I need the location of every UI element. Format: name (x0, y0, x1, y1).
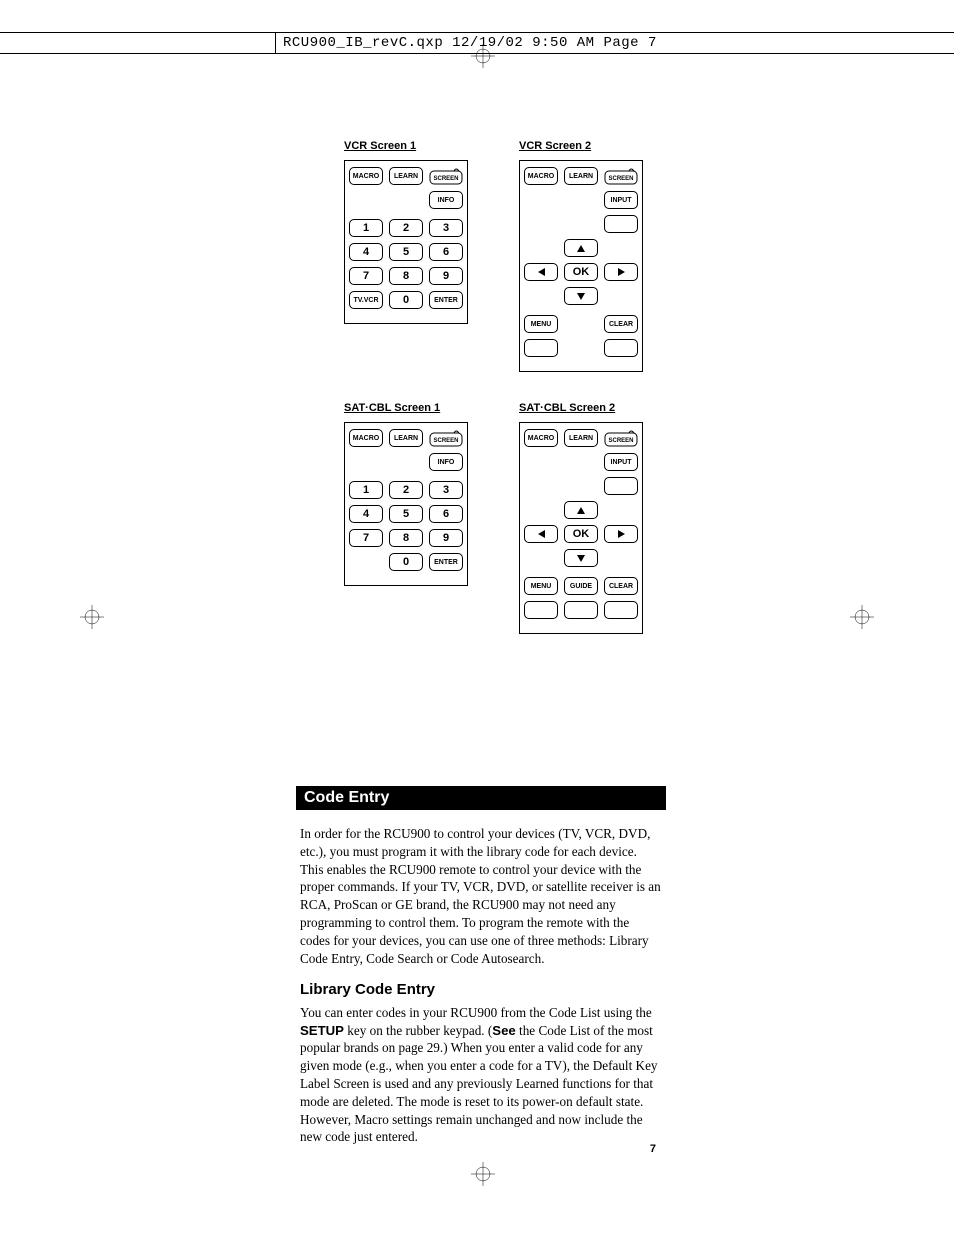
figure-satcbl-screen-1: SAT·CBL Screen 1 MACRO LEARN SCREEN INFO… (344, 402, 494, 634)
digit-key: 5 (389, 505, 423, 523)
digit-key: 1 (349, 219, 383, 237)
screen-key-icon: SCREEN (604, 167, 638, 185)
arrow-right-icon (618, 268, 625, 276)
digit-key: 2 (389, 219, 423, 237)
body-text-span: You can enter codes in your RCU900 from … (300, 1005, 652, 1020)
trim-mark-icon (471, 44, 495, 73)
svg-text:SCREEN: SCREEN (608, 438, 633, 444)
body-paragraph: You can enter codes in your RCU900 from … (300, 1004, 662, 1147)
info-key: INFO (429, 191, 463, 209)
svg-text:SCREEN: SCREEN (433, 438, 458, 444)
enter-key: ENTER (429, 291, 463, 309)
blank-key (524, 601, 558, 619)
figure-vcr-screen-1: VCR Screen 1 MACRO LEARN SCREEN INFO 1 (344, 140, 494, 372)
learn-key: LEARN (564, 167, 598, 185)
menu-key: MENU (524, 315, 558, 333)
body-text-span: key on the rubber keypad. ( (344, 1023, 492, 1038)
digit-key: 0 (389, 553, 423, 571)
trim-mark-icon (850, 605, 874, 634)
digit-key: 6 (429, 505, 463, 523)
arrow-down-icon (577, 293, 585, 300)
arrow-left-icon (538, 268, 545, 276)
macro-key: MACRO (349, 429, 383, 447)
nav-up-key (564, 501, 598, 519)
ok-key: OK (564, 263, 598, 281)
arrow-left-icon (538, 530, 545, 538)
body-text-span: the Code List of the most popular brands… (300, 1023, 658, 1145)
digit-key: 4 (349, 505, 383, 523)
enter-key: ENTER (429, 553, 463, 571)
subsection-heading: Library Code Entry (300, 980, 662, 1000)
arrow-up-icon (577, 245, 585, 252)
print-header-divider (275, 33, 276, 53)
digit-key: 8 (389, 267, 423, 285)
digit-key: 7 (349, 267, 383, 285)
nav-right-key (604, 525, 638, 543)
guide-key: GUIDE (564, 577, 598, 595)
svg-text:SCREEN: SCREEN (433, 176, 458, 182)
figure-satcbl-screen-2: SAT·CBL Screen 2 MACRO LEARN SCREEN INPU… (519, 402, 669, 634)
digit-key: 2 (389, 481, 423, 499)
learn-key: LEARN (389, 429, 423, 447)
trim-mark-icon (471, 1162, 495, 1191)
figure-title: SAT·CBL Screen 2 (519, 402, 669, 414)
ok-key: OK (564, 525, 598, 543)
body-paragraph: In order for the RCU900 to control your … (300, 825, 662, 968)
learn-key: LEARN (389, 167, 423, 185)
blank-key (604, 601, 638, 619)
print-header-text: RCU900_IB_revC.qxp 12/19/02 9:50 AM Page… (283, 35, 657, 51)
digit-key: 1 (349, 481, 383, 499)
arrow-right-icon (618, 530, 625, 538)
macro-key: MACRO (524, 167, 558, 185)
clear-key: CLEAR (604, 577, 638, 595)
nav-up-key (564, 239, 598, 257)
arrow-down-icon (577, 555, 585, 562)
section-heading-bar: Code Entry (296, 786, 666, 810)
figure-title: VCR Screen 2 (519, 140, 669, 152)
blank-key (604, 339, 638, 357)
nav-left-key (524, 525, 558, 543)
setup-key-label: SETUP (300, 1023, 344, 1038)
learn-key: LEARN (564, 429, 598, 447)
digit-key: 7 (349, 529, 383, 547)
clear-key: CLEAR (604, 315, 638, 333)
screen-key-icon: SCREEN (604, 429, 638, 447)
nav-down-key (564, 549, 598, 567)
nav-right-key (604, 263, 638, 281)
digit-key: 4 (349, 243, 383, 261)
blank-key (604, 477, 638, 495)
input-key: INPUT (604, 453, 638, 471)
see-label: See (492, 1023, 515, 1038)
digit-key: 0 (389, 291, 423, 309)
blank-key (564, 601, 598, 619)
digit-key: 9 (429, 267, 463, 285)
svg-text:SCREEN: SCREEN (608, 176, 633, 182)
section-heading-text: Code Entry (304, 789, 389, 807)
macro-key: MACRO (524, 429, 558, 447)
digit-key: 9 (429, 529, 463, 547)
blank-key (604, 215, 638, 233)
figure-title: VCR Screen 1 (344, 140, 494, 152)
digit-key: 8 (389, 529, 423, 547)
screen-key-icon: SCREEN (429, 167, 463, 185)
screen-key-icon: SCREEN (429, 429, 463, 447)
nav-down-key (564, 287, 598, 305)
trim-mark-icon (80, 605, 104, 634)
digit-key: 6 (429, 243, 463, 261)
tv-vcr-key: TV.VCR (349, 291, 383, 309)
input-key: INPUT (604, 191, 638, 209)
menu-key: MENU (524, 577, 558, 595)
digit-key: 5 (389, 243, 423, 261)
page-number: 7 (650, 1143, 656, 1155)
digit-key: 3 (429, 481, 463, 499)
digit-key: 3 (429, 219, 463, 237)
arrow-up-icon (577, 507, 585, 514)
nav-left-key (524, 263, 558, 281)
info-key: INFO (429, 453, 463, 471)
blank-key (524, 339, 558, 357)
figure-title: SAT·CBL Screen 1 (344, 402, 494, 414)
figure-vcr-screen-2: VCR Screen 2 MACRO LEARN SCREEN INPUT (519, 140, 669, 372)
macro-key: MACRO (349, 167, 383, 185)
